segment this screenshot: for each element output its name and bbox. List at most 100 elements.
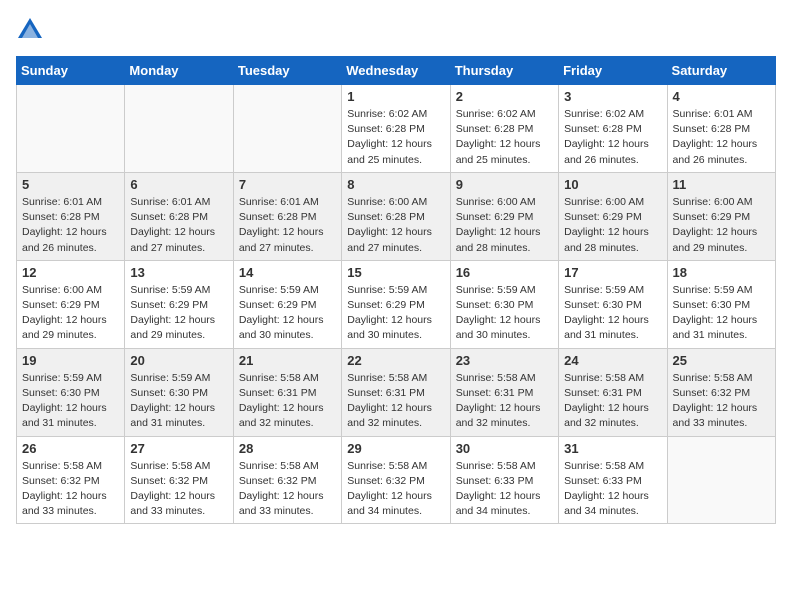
day-number: 28 [239, 441, 336, 456]
day-number: 7 [239, 177, 336, 192]
day-number: 1 [347, 89, 444, 104]
calendar-cell: 16Sunrise: 5:59 AM Sunset: 6:30 PM Dayli… [450, 260, 558, 348]
calendar-cell: 15 Sunrise: 5:59 AM Sunset: 6:29 PM Dayli… [342, 260, 450, 348]
day-number: 30 [456, 441, 553, 456]
day-info: Sunrise: 5:58 AM Sunset: 6:31 PM Dayligh… [347, 371, 444, 432]
day-info: Sunrise: 5:59 AM Sunset: 6:30 PM Dayligh… [673, 283, 770, 344]
calendar-cell: 18Sunrise: 5:59 AM Sunset: 6:30 PM Dayli… [667, 260, 775, 348]
calendar-cell [17, 85, 125, 173]
calendar-cell [125, 85, 233, 173]
day-number: 16 [456, 265, 553, 280]
day-number: 11 [673, 177, 770, 192]
day-number: 27 [130, 441, 227, 456]
logo-icon [16, 16, 44, 44]
day-number: 25 [673, 353, 770, 368]
day-info: Sunrise: 5:58 AM Sunset: 6:33 PM Dayligh… [456, 459, 553, 520]
calendar-cell: 8Sunrise: 6:00 AM Sunset: 6:28 PM Daylig… [342, 172, 450, 260]
weekday-header-row: SundayMondayTuesdayWednesdayThursdayFrid… [17, 57, 776, 85]
calendar-cell: 3 Sunrise: 6:02 AM Sunset: 6:28 PM Daylig… [559, 85, 667, 173]
weekday-header-monday: Monday [125, 57, 233, 85]
calendar-cell: 20 Sunrise: 5:59 AM Sunset: 6:30 PM Dayli… [125, 348, 233, 436]
calendar-week-5: 26 Sunrise: 5:58 AM Sunset: 6:32 PM Dayli… [17, 436, 776, 524]
calendar-cell: 7 Sunrise: 6:01 AM Sunset: 6:28 PM Daylig… [233, 172, 341, 260]
calendar-week-1: 1 Sunrise: 6:02 AM Sunset: 6:28 PM Daylig… [17, 85, 776, 173]
day-info: Sunrise: 5:59 AM Sunset: 6:29 PM Dayligh… [239, 283, 336, 344]
calendar-cell [233, 85, 341, 173]
logo [16, 16, 46, 44]
calendar-cell: 4 Sunrise: 6:01 AM Sunset: 6:28 PM Daylig… [667, 85, 775, 173]
day-number: 15 [347, 265, 444, 280]
day-number: 4 [673, 89, 770, 104]
day-info: Sunrise: 6:01 AM Sunset: 6:28 PM Dayligh… [239, 195, 336, 256]
day-number: 12 [22, 265, 119, 280]
day-number: 6 [130, 177, 227, 192]
day-info: Sunrise: 5:59 AM Sunset: 6:29 PM Dayligh… [347, 283, 444, 344]
day-info: Sunrise: 5:58 AM Sunset: 6:31 PM Dayligh… [239, 371, 336, 432]
day-info: Sunrise: 5:58 AM Sunset: 6:32 PM Dayligh… [130, 459, 227, 520]
day-info: Sunrise: 6:00 AM Sunset: 6:29 PM Dayligh… [456, 195, 553, 256]
day-number: 29 [347, 441, 444, 456]
weekday-header-sunday: Sunday [17, 57, 125, 85]
day-number: 13 [130, 265, 227, 280]
day-number: 19 [22, 353, 119, 368]
calendar-cell: 30 Sunrise: 5:58 AM Sunset: 6:33 PM Dayli… [450, 436, 558, 524]
calendar-cell: 5 Sunrise: 6:01 AM Sunset: 6:28 PM Daylig… [17, 172, 125, 260]
calendar-cell: 24 Sunrise: 5:58 AM Sunset: 6:31 PM Dayli… [559, 348, 667, 436]
day-info: Sunrise: 5:59 AM Sunset: 6:30 PM Dayligh… [564, 283, 661, 344]
day-info: Sunrise: 6:01 AM Sunset: 6:28 PM Dayligh… [130, 195, 227, 256]
calendar-week-2: 5 Sunrise: 6:01 AM Sunset: 6:28 PM Daylig… [17, 172, 776, 260]
calendar-cell: 2Sunrise: 6:02 AM Sunset: 6:28 PM Daylig… [450, 85, 558, 173]
day-info: Sunrise: 6:00 AM Sunset: 6:29 PM Dayligh… [673, 195, 770, 256]
calendar-cell: 19 Sunrise: 5:59 AM Sunset: 6:30 PM Dayli… [17, 348, 125, 436]
day-info: Sunrise: 6:00 AM Sunset: 6:29 PM Dayligh… [564, 195, 661, 256]
calendar-cell: 13 Sunrise: 5:59 AM Sunset: 6:29 PM Dayli… [125, 260, 233, 348]
day-info: Sunrise: 6:00 AM Sunset: 6:29 PM Dayligh… [22, 283, 119, 344]
day-number: 22 [347, 353, 444, 368]
calendar-cell: 21 Sunrise: 5:58 AM Sunset: 6:31 PM Dayli… [233, 348, 341, 436]
calendar-cell: 23 Sunrise: 5:58 AM Sunset: 6:31 PM Dayli… [450, 348, 558, 436]
day-info: Sunrise: 5:58 AM Sunset: 6:33 PM Dayligh… [564, 459, 661, 520]
day-info: Sunrise: 6:01 AM Sunset: 6:28 PM Dayligh… [673, 107, 770, 168]
day-number: 20 [130, 353, 227, 368]
day-info: Sunrise: 5:58 AM Sunset: 6:32 PM Dayligh… [22, 459, 119, 520]
day-info: Sunrise: 6:01 AM Sunset: 6:28 PM Dayligh… [22, 195, 119, 256]
calendar-cell: 1 Sunrise: 6:02 AM Sunset: 6:28 PM Daylig… [342, 85, 450, 173]
calendar-week-4: 19 Sunrise: 5:59 AM Sunset: 6:30 PM Dayli… [17, 348, 776, 436]
day-info: Sunrise: 5:59 AM Sunset: 6:29 PM Dayligh… [130, 283, 227, 344]
calendar-cell: 25Sunrise: 5:58 AM Sunset: 6:32 PM Dayli… [667, 348, 775, 436]
calendar-cell: 12 Sunrise: 6:00 AM Sunset: 6:29 PM Dayli… [17, 260, 125, 348]
day-number: 10 [564, 177, 661, 192]
calendar-cell: 17 Sunrise: 5:59 AM Sunset: 6:30 PM Dayli… [559, 260, 667, 348]
day-info: Sunrise: 6:02 AM Sunset: 6:28 PM Dayligh… [347, 107, 444, 168]
day-number: 26 [22, 441, 119, 456]
day-number: 9 [456, 177, 553, 192]
day-info: Sunrise: 5:58 AM Sunset: 6:32 PM Dayligh… [239, 459, 336, 520]
weekday-header-tuesday: Tuesday [233, 57, 341, 85]
day-info: Sunrise: 5:58 AM Sunset: 6:31 PM Dayligh… [564, 371, 661, 432]
weekday-header-thursday: Thursday [450, 57, 558, 85]
calendar-cell: 6 Sunrise: 6:01 AM Sunset: 6:28 PM Daylig… [125, 172, 233, 260]
day-number: 21 [239, 353, 336, 368]
calendar-cell: 9 Sunrise: 6:00 AM Sunset: 6:29 PM Daylig… [450, 172, 558, 260]
day-number: 5 [22, 177, 119, 192]
day-info: Sunrise: 5:59 AM Sunset: 6:30 PM Dayligh… [130, 371, 227, 432]
day-info: Sunrise: 5:58 AM Sunset: 6:32 PM Dayligh… [347, 459, 444, 520]
day-number: 31 [564, 441, 661, 456]
day-number: 3 [564, 89, 661, 104]
day-number: 8 [347, 177, 444, 192]
day-info: Sunrise: 5:59 AM Sunset: 6:30 PM Dayligh… [22, 371, 119, 432]
calendar-cell: 29 Sunrise: 5:58 AM Sunset: 6:32 PM Dayli… [342, 436, 450, 524]
weekday-header-wednesday: Wednesday [342, 57, 450, 85]
day-info: Sunrise: 6:02 AM Sunset: 6:28 PM Dayligh… [456, 107, 553, 168]
calendar-cell: 28 Sunrise: 5:58 AM Sunset: 6:32 PM Dayli… [233, 436, 341, 524]
day-info: Sunrise: 5:58 AM Sunset: 6:31 PM Dayligh… [456, 371, 553, 432]
day-number: 24 [564, 353, 661, 368]
calendar-cell: 10 Sunrise: 6:00 AM Sunset: 6:29 PM Dayli… [559, 172, 667, 260]
day-number: 17 [564, 265, 661, 280]
calendar-week-3: 12 Sunrise: 6:00 AM Sunset: 6:29 PM Dayli… [17, 260, 776, 348]
day-number: 14 [239, 265, 336, 280]
day-info: Sunrise: 6:02 AM Sunset: 6:28 PM Dayligh… [564, 107, 661, 168]
calendar-cell: 27 Sunrise: 5:58 AM Sunset: 6:32 PM Dayli… [125, 436, 233, 524]
day-number: 23 [456, 353, 553, 368]
calendar-cell: 11 Sunrise: 6:00 AM Sunset: 6:29 PM Dayli… [667, 172, 775, 260]
